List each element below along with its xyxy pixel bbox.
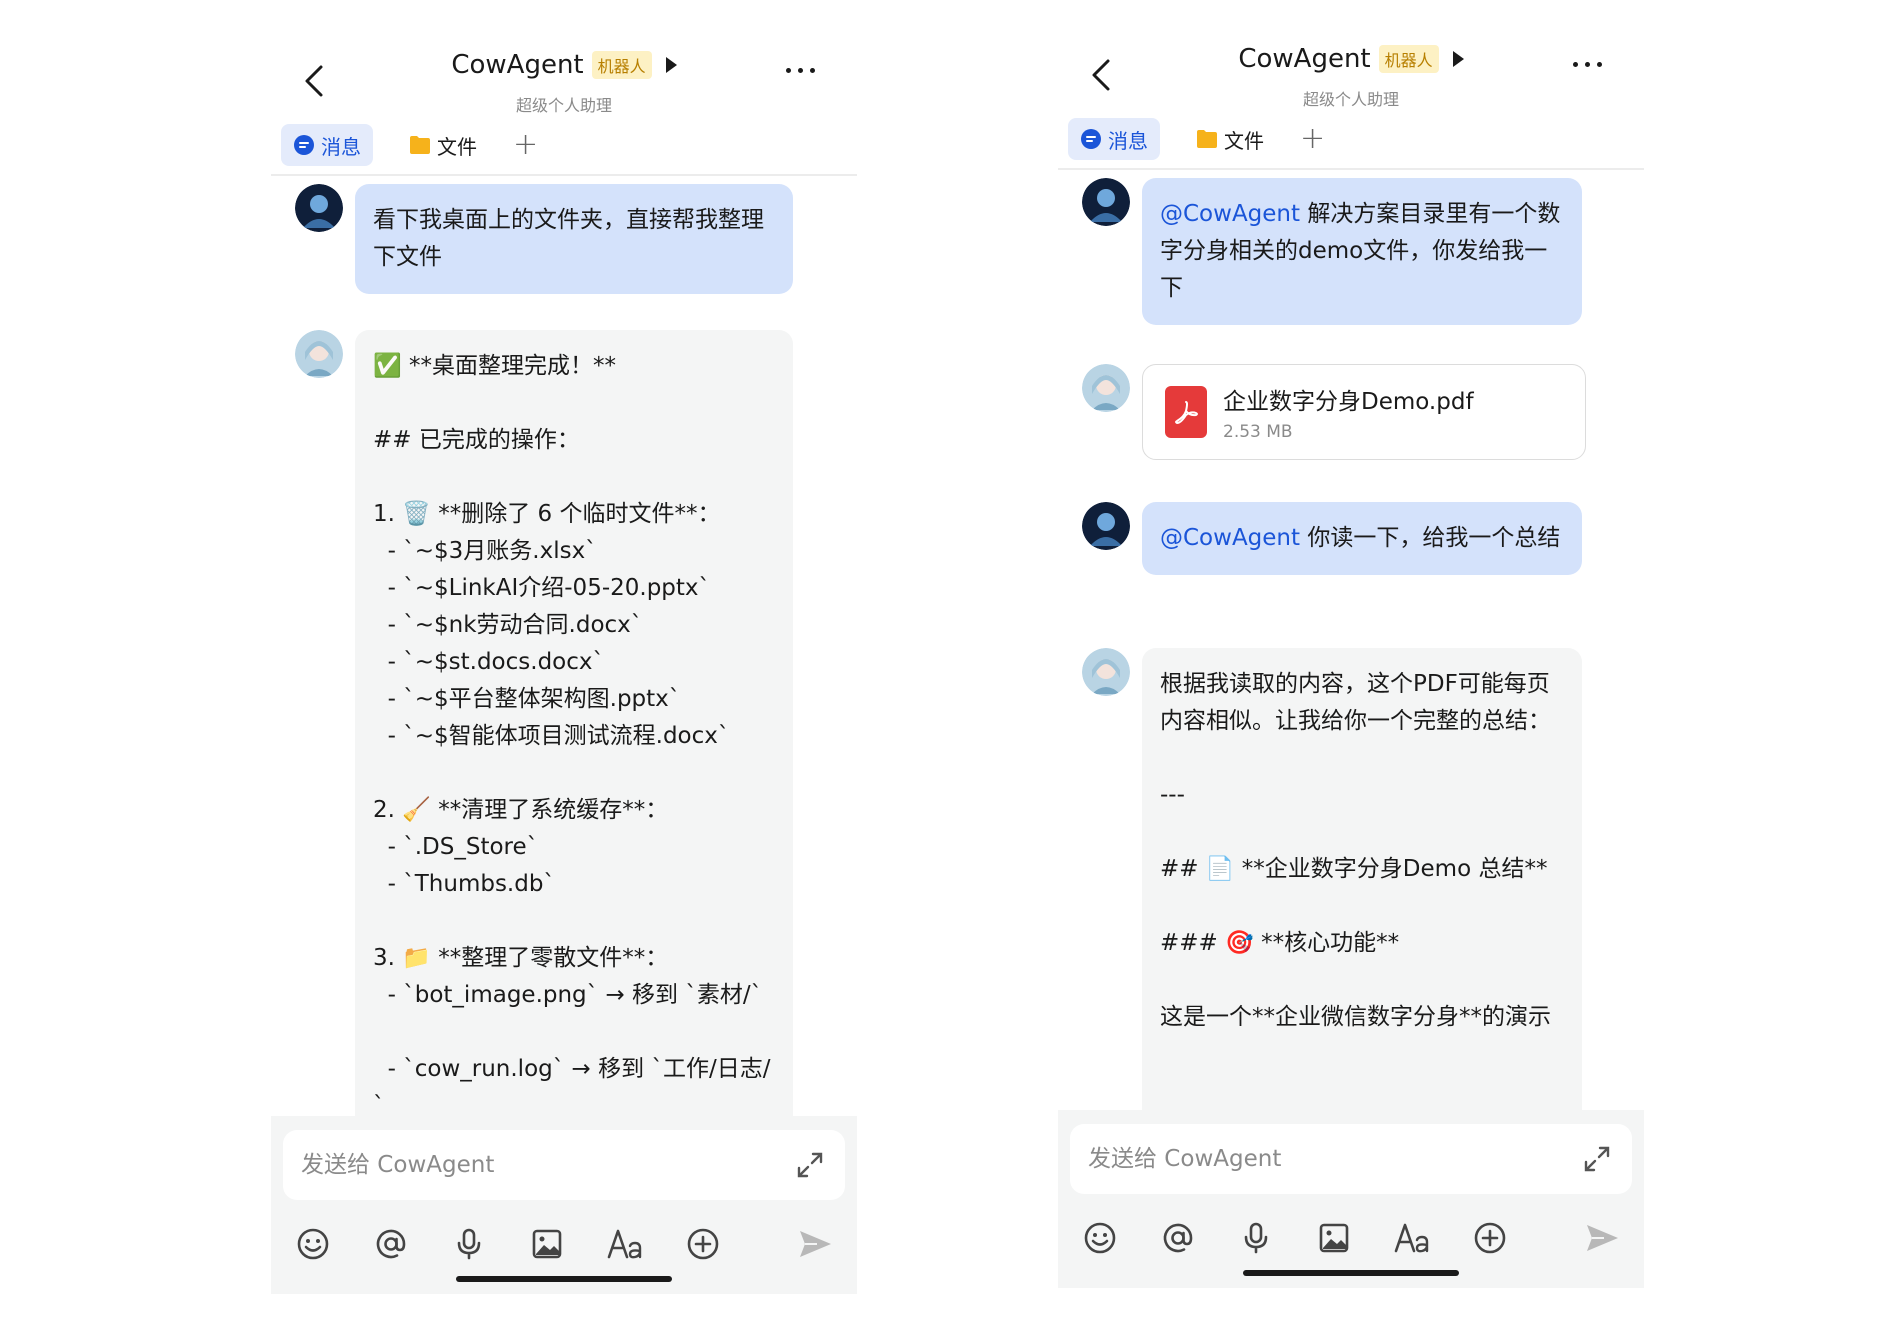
composer-toolbar <box>1074 1212 1628 1264</box>
message-bubble-icon <box>1081 129 1101 149</box>
chat-title: CowAgent <box>451 50 584 80</box>
emoji-button[interactable] <box>1074 1212 1126 1264</box>
user-bubble: @CowAgent 解决方案目录里有一个数字分身相关的demo文件，你发给我一下 <box>1142 178 1582 325</box>
bot-avatar[interactable] <box>295 330 343 378</box>
plus-icon[interactable]: + <box>513 130 538 160</box>
user-avatar[interactable] <box>295 184 343 232</box>
user-bubble: 看下我桌面上的文件夹，直接帮我整理下文件 <box>355 184 793 294</box>
file-attachment[interactable]: 企业数字分身Demo.pdf 2.53 MB <box>1142 364 1586 460</box>
user-bubble: @CowAgent 你读一下，给我一个总结 <box>1142 502 1582 575</box>
home-indicator <box>456 1276 672 1282</box>
add-button[interactable] <box>1464 1212 1516 1264</box>
message-input-box <box>1070 1124 1632 1194</box>
user-avatar[interactable] <box>1082 178 1130 226</box>
chat-window-left: CowAgent 机器人 超级个人助理 消息 文件 + 看下我桌面上的文件夹，直… <box>271 0 857 1294</box>
message-input[interactable] <box>1088 1146 1528 1172</box>
message-user: @CowAgent 解决方案目录里有一个数字分身相关的demo文件，你发给我一下 <box>1082 178 1582 325</box>
expand-icon[interactable] <box>1582 1144 1612 1174</box>
message-list[interactable]: @CowAgent 解决方案目录里有一个数字分身相关的demo文件，你发给我一下… <box>1058 170 1644 1110</box>
image-button[interactable] <box>521 1218 573 1270</box>
file-info: 企业数字分身Demo.pdf 2.53 MB <box>1223 382 1474 442</box>
file-name: 企业数字分身Demo.pdf <box>1223 389 1474 415</box>
microphone-icon <box>1244 1222 1268 1254</box>
image-icon <box>1319 1223 1349 1253</box>
tab-files[interactable]: 文件 <box>1184 118 1276 160</box>
tab-messages-label: 消息 <box>1108 128 1148 153</box>
send-button[interactable] <box>1576 1212 1628 1264</box>
bot-avatar[interactable] <box>1082 364 1130 412</box>
at-icon <box>376 1229 406 1259</box>
image-icon <box>532 1229 562 1259</box>
emoji-icon <box>297 1228 329 1260</box>
message-input-box <box>283 1130 845 1200</box>
message-user: 看下我桌面上的文件夹，直接帮我整理下文件 <box>295 184 793 294</box>
emoji-icon <box>1084 1222 1116 1254</box>
message-bot: ✅ **桌面整理完成！** ## 已完成的操作： 1. 🗑️ **删除了 6 个… <box>295 330 793 1116</box>
voice-button[interactable] <box>443 1218 495 1270</box>
folder-icon <box>1197 130 1217 148</box>
message-list[interactable]: 看下我桌面上的文件夹，直接帮我整理下文件 ✅ **桌面整理完成！** ## 已完… <box>271 176 857 1116</box>
bot-bubble: 根据我读取的内容，这个PDF可能每页内容相似。让我给你一个完整的总结： --- … <box>1142 648 1582 1110</box>
tab-messages-label: 消息 <box>321 134 361 159</box>
folder-icon <box>410 136 430 154</box>
chat-subtitle: 超级个人助理 <box>515 96 612 115</box>
plus-icon[interactable]: + <box>1300 124 1325 154</box>
at-icon <box>1163 1223 1193 1253</box>
tab-bar: 消息 文件 + <box>281 124 538 166</box>
chat-subtitle: 超级个人助理 <box>1302 90 1399 109</box>
send-icon <box>800 1231 831 1257</box>
tab-files[interactable]: 文件 <box>397 124 489 166</box>
message-bubble-icon <box>294 135 314 155</box>
chat-header: CowAgent 机器人 超级个人助理 <box>271 0 857 122</box>
play-triangle-icon <box>665 57 677 73</box>
message-input[interactable] <box>301 1152 741 1178</box>
mention-button[interactable] <box>365 1218 417 1270</box>
home-indicator <box>1243 1270 1459 1276</box>
expand-icon[interactable] <box>795 1150 825 1180</box>
text-format-button[interactable] <box>1386 1212 1438 1264</box>
add-circle-icon <box>687 1228 719 1260</box>
tab-files-label: 文件 <box>1224 128 1264 153</box>
composer-toolbar <box>287 1218 841 1270</box>
bot-badge: 机器人 <box>1378 45 1439 73</box>
emoji-button[interactable] <box>287 1218 339 1270</box>
chat-title: CowAgent <box>1238 44 1371 74</box>
add-button[interactable] <box>677 1218 729 1270</box>
tab-messages[interactable]: 消息 <box>1068 118 1160 160</box>
mention-button[interactable] <box>1152 1212 1204 1264</box>
chat-window-right: CowAgent 机器人 超级个人助理 消息 文件 + @CowAgent 解决… <box>1058 0 1644 1294</box>
mention-tag[interactable]: @CowAgent <box>1160 525 1300 551</box>
pdf-file-icon <box>1165 386 1207 438</box>
user-avatar[interactable] <box>1082 502 1130 550</box>
message-bot: 根据我读取的内容，这个PDF可能每页内容相似。让我给你一个完整的总结： --- … <box>1082 648 1582 1110</box>
tab-messages[interactable]: 消息 <box>281 124 373 166</box>
image-button[interactable] <box>1308 1212 1360 1264</box>
composer <box>1058 1110 1644 1288</box>
chat-header: CowAgent 机器人 超级个人助理 <box>1058 0 1644 116</box>
bot-bubble: ✅ **桌面整理完成！** ## 已完成的操作： 1. 🗑️ **删除了 6 个… <box>355 330 793 1116</box>
more-dots-icon[interactable] <box>786 68 815 73</box>
tab-bar: 消息 文件 + <box>1068 118 1325 160</box>
play-triangle-icon <box>1452 51 1464 67</box>
voice-button[interactable] <box>1230 1212 1282 1264</box>
microphone-icon <box>457 1228 481 1260</box>
send-button[interactable] <box>789 1218 841 1270</box>
bot-badge: 机器人 <box>591 51 652 79</box>
send-icon <box>1587 1225 1618 1251</box>
text-format-button[interactable] <box>599 1218 651 1270</box>
chat-title-group[interactable]: CowAgent 机器人 <box>1058 44 1644 74</box>
more-dots-icon[interactable] <box>1573 62 1602 67</box>
message-bot-file: 企业数字分身Demo.pdf 2.53 MB <box>1082 364 1586 460</box>
composer <box>271 1116 857 1294</box>
file-size: 2.53 MB <box>1223 422 1293 442</box>
add-circle-icon <box>1474 1222 1506 1254</box>
bot-avatar[interactable] <box>1082 648 1130 696</box>
text-format-icon <box>1394 1223 1429 1253</box>
text-format-icon <box>607 1229 642 1259</box>
tab-files-label: 文件 <box>437 134 477 159</box>
mention-tag[interactable]: @CowAgent <box>1160 201 1300 227</box>
message-user: @CowAgent 你读一下，给我一个总结 <box>1082 502 1582 575</box>
chat-title-group[interactable]: CowAgent 机器人 <box>271 50 857 80</box>
message-text: 你读一下，给我一个总结 <box>1300 525 1561 551</box>
